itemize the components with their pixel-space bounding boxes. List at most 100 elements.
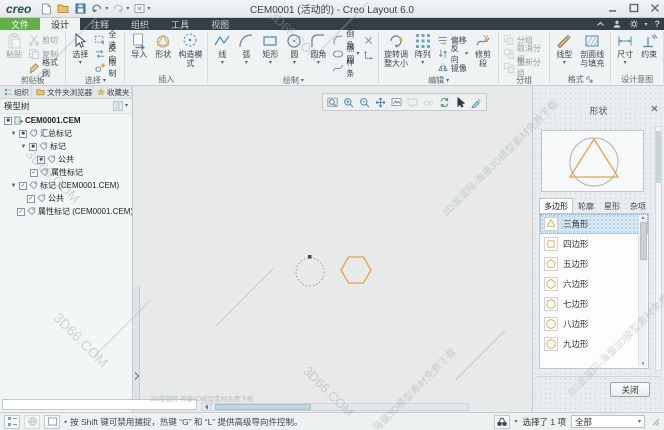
drawing-canvas[interactable] — [134, 86, 532, 412]
expand-arrow[interactable]: ▼ — [10, 183, 17, 189]
tab-polygon[interactable]: 多边形 — [539, 198, 573, 213]
constraint-button[interactable]: 约束 — [637, 31, 661, 61]
zoom-in-button[interactable] — [341, 95, 356, 109]
panel-scrollbar[interactable] — [655, 126, 662, 371]
reverse-button[interactable]: 反向▾ — [435, 47, 470, 61]
close-window-button[interactable] — [132, 2, 146, 16]
shape-item-pentagon[interactable]: 五边形 — [540, 254, 648, 274]
tab-profile[interactable]: 轮廓 — [573, 198, 599, 213]
search-menu-caret[interactable]: ▾ — [515, 419, 518, 425]
tree-settings-icon[interactable] — [113, 101, 123, 111]
expand-arrow[interactable]: ▼ — [10, 131, 17, 137]
hatch-fill-button[interactable]: 剖面线与填充 — [576, 31, 608, 69]
arc-button[interactable]: 弧 ▾ — [234, 31, 258, 67]
minimize-ribbon-icon[interactable] — [596, 20, 605, 28]
full-screen-toggle-button[interactable] — [44, 415, 60, 429]
paste-button[interactable]: 粘贴 — [2, 31, 26, 61]
navigator-tab-organize[interactable]: 组织 — [0, 86, 32, 98]
spline-button[interactable]: 样条 — [330, 61, 361, 75]
connection-status-icon[interactable] — [24, 415, 40, 429]
canvas-horizontal-scrollbar[interactable] — [201, 403, 469, 411]
maximize-button[interactable] — [626, 1, 641, 15]
rectangle-button[interactable]: 矩形 ▾ — [258, 31, 282, 67]
tab-organize[interactable]: 组织 — [120, 18, 160, 30]
csys-button[interactable] — [361, 48, 376, 61]
chevron-down-icon[interactable]: ▾ — [125, 103, 128, 109]
shape-item-quad[interactable]: 四边形 — [540, 234, 648, 254]
undo-button[interactable] — [90, 2, 104, 16]
shape-item-heptagon[interactable]: 七边形 — [540, 294, 648, 314]
scrollbar-thumb[interactable] — [640, 222, 647, 260]
navigator-tab-favorites[interactable]: 收藏夹 — [93, 86, 132, 98]
group-label-select[interactable]: 选择▾ — [68, 75, 122, 86]
trim-segment-button[interactable]: 修剪段 — [470, 31, 496, 69]
tree-item[interactable]: ▼ ■ 汇总标记 — [0, 127, 132, 140]
scroll-down-icon[interactable]: ▾ — [642, 361, 645, 367]
group-label-design-intent[interactable]: 设计意图 — [613, 73, 661, 85]
open-file-button[interactable] — [56, 2, 70, 16]
close-button[interactable] — [647, 1, 662, 15]
shape-item-triangle[interactable]: 三角形 — [540, 214, 648, 234]
shape-item-nonagon[interactable]: 九边形 — [540, 334, 648, 354]
toggle-model-tree-button[interactable] — [4, 415, 20, 429]
select-button[interactable]: 选择 ▾ — [68, 31, 92, 67]
shape-list-scrollbar[interactable]: ▲ ▾ — [638, 215, 647, 367]
redo-button[interactable] — [111, 2, 125, 16]
tree-checkbox[interactable]: ■ — [37, 156, 45, 164]
settings-caret[interactable]: ▾ — [644, 21, 647, 28]
regroup-button[interactable]: 重新分组 — [501, 61, 548, 75]
tree-item[interactable]: ✓ 公共 — [0, 192, 132, 205]
import-button[interactable]: 导入 — [127, 31, 151, 61]
selection-filter-dropdown[interactable]: 全部 ▾ — [571, 415, 645, 428]
zoom-out-button[interactable] — [357, 95, 372, 109]
undo-menu-caret[interactable]: ▾ — [105, 5, 108, 12]
search-button[interactable] — [494, 415, 510, 429]
tab-tools[interactable]: 工具 — [160, 18, 200, 30]
datum-display-button[interactable] — [421, 95, 436, 109]
annotation-display-button[interactable] — [469, 95, 484, 109]
scrollbar-thumb[interactable] — [215, 404, 311, 410]
copy-button[interactable]: 复制 — [26, 47, 63, 61]
save-button[interactable] — [73, 2, 87, 16]
minimize-button[interactable] — [605, 1, 620, 15]
cut-button[interactable]: 剪切 — [26, 33, 63, 47]
dimension-button[interactable]: 尺寸 ▾ — [613, 31, 637, 67]
dialog-launcher-icon[interactable] — [586, 76, 593, 83]
tree-checkbox[interactable]: ✓ — [30, 169, 38, 177]
scroll-left-icon[interactable] — [202, 404, 211, 410]
tab-misc[interactable]: 杂项 — [625, 198, 651, 213]
tree-item[interactable]: ✓ 属性标记 — [0, 166, 132, 179]
tree-item[interactable]: ▼ ■ 标记 — [0, 140, 132, 153]
group-label-format[interactable]: 格式 — [552, 73, 608, 85]
tree-item[interactable]: ✓ 属性标记 (CEM0001.CEM) — [0, 205, 132, 218]
group-label-clipboard[interactable]: 剪贴板 — [2, 75, 63, 86]
scroll-up-icon[interactable]: ▲ — [641, 215, 646, 221]
expand-arrow[interactable]: ▼ — [20, 144, 27, 150]
zoom-fit-button[interactable] — [325, 95, 340, 109]
fillet-button[interactable]: 圆角 ▾ — [306, 31, 330, 67]
close-icon[interactable] — [651, 105, 658, 112]
mirror-button[interactable]: 镜像 — [435, 61, 470, 75]
shape-item-hexagon[interactable]: 六边形 — [540, 274, 648, 294]
tab-file[interactable]: 文件 — [0, 18, 40, 30]
resize-grip[interactable] — [652, 418, 660, 426]
shape-item-octagon[interactable]: 八边形 — [540, 314, 648, 334]
tree-checkbox[interactable]: ✓ — [27, 195, 35, 203]
scrollbar-thumb[interactable] — [656, 131, 661, 183]
pattern-button[interactable]: 阵列 ▾ — [411, 31, 435, 67]
help-icon[interactable]: ? — [655, 19, 661, 29]
redo-menu-caret[interactable]: ▾ — [126, 5, 129, 12]
tree-checkbox[interactable]: ■ — [4, 117, 12, 125]
shapes-button[interactable]: 形状 — [151, 31, 175, 61]
format-painter-button[interactable]: 格式刷 — [26, 61, 63, 75]
tree-checkbox[interactable]: ✓ — [17, 208, 25, 216]
tree-item[interactable]: ■ CEM0001.CEM — [0, 114, 132, 127]
tab-view[interactable]: 视图 — [200, 18, 240, 30]
tree-checkbox[interactable]: ■ — [19, 130, 27, 138]
display-settings-icon[interactable] — [629, 19, 639, 29]
tree-item[interactable]: ▼ ✓ 标记 (CEM0001.CEM) — [0, 179, 132, 192]
group-label-insert[interactable]: 插入 — [127, 73, 205, 85]
tab-star[interactable]: 星形 — [599, 198, 625, 213]
restrict-button[interactable]: 限制 — [92, 61, 122, 75]
new-file-button[interactable] — [39, 2, 53, 16]
